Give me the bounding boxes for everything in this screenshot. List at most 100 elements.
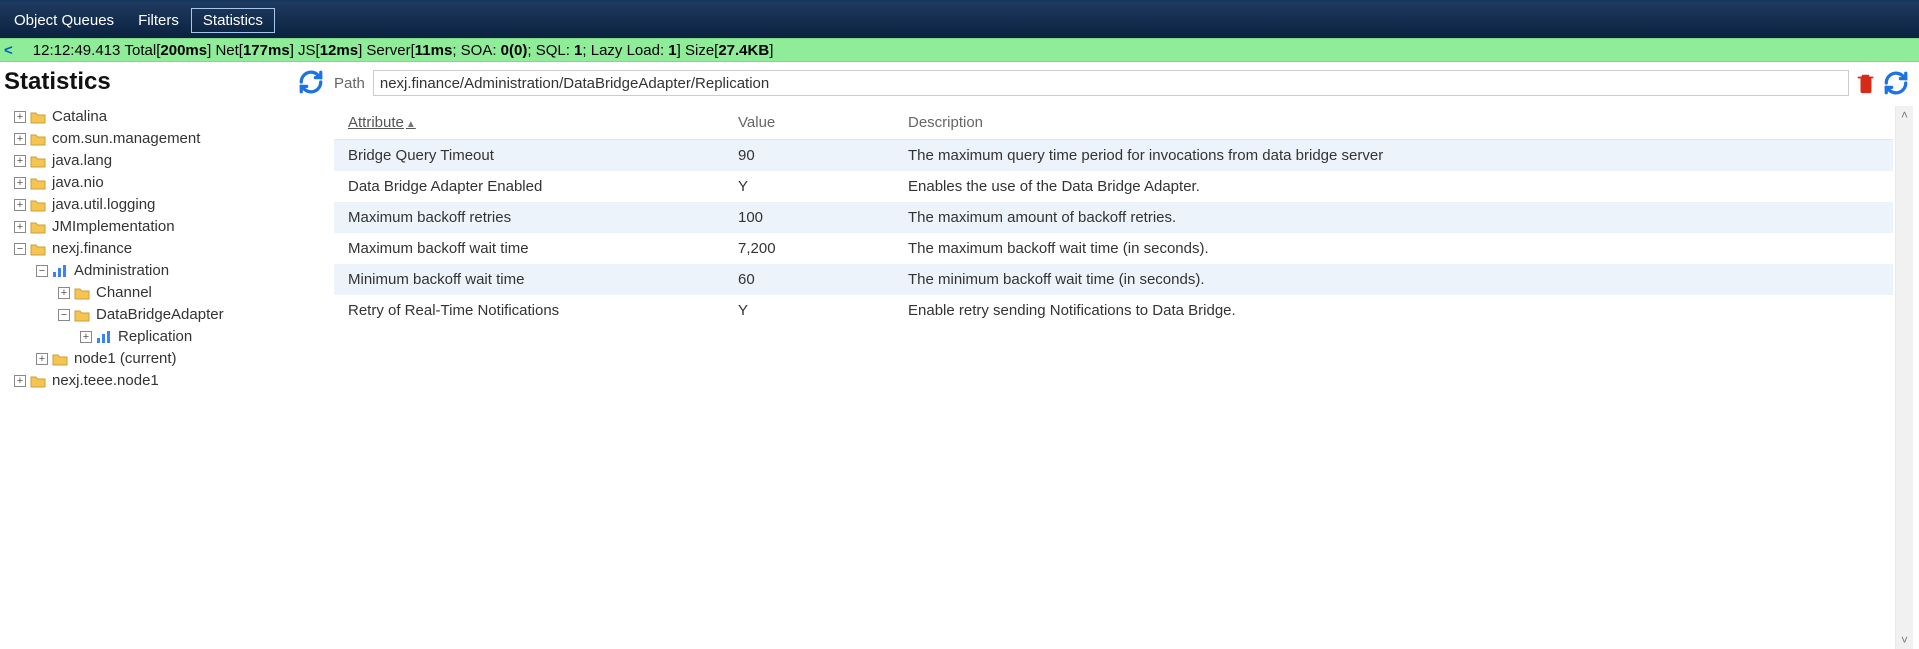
tree-node-replication[interactable]: +Replication bbox=[80, 326, 330, 348]
table-row[interactable]: Maximum backoff retries100The maximum am… bbox=[334, 202, 1893, 233]
tab-statistics[interactable]: Statistics bbox=[191, 8, 275, 33]
vertical-scrollbar[interactable]: ˄ ˅ bbox=[1895, 106, 1913, 649]
table-row[interactable]: Retry of Real-Time NotificationsYEnable … bbox=[334, 295, 1893, 326]
tree: + Catalina + com.sun.management + java.lang… bbox=[0, 106, 330, 392]
perf-soa: 0(0) bbox=[501, 42, 528, 59]
tree-label: java.lang bbox=[50, 150, 112, 172]
tree-node-java-util-logging[interactable]: + java.util.logging bbox=[14, 194, 330, 216]
cell-attr: Retry of Real-Time Notifications bbox=[334, 295, 724, 326]
cell-desc: The maximum query time period for invoca… bbox=[894, 140, 1893, 172]
folder-icon bbox=[30, 154, 46, 168]
cell-attr: Bridge Query Timeout bbox=[334, 140, 724, 172]
tree-node-databridgeadapter[interactable]: − DataBridgeAdapter bbox=[58, 304, 330, 326]
tree-label: java.util.logging bbox=[50, 194, 155, 216]
cell-val: Y bbox=[724, 171, 894, 202]
cell-attr: Maximum backoff wait time bbox=[334, 233, 724, 264]
table-row[interactable]: Maximum backoff wait time7,200The maximu… bbox=[334, 233, 1893, 264]
perf-sql-label: ; SQL: bbox=[527, 42, 574, 59]
perf-time: 12:12:49.413 bbox=[33, 42, 121, 59]
perf-server-label: ] Server[ bbox=[358, 42, 415, 59]
folder-icon bbox=[30, 220, 46, 234]
collapse-icon[interactable]: − bbox=[14, 243, 26, 255]
scroll-down-icon[interactable]: ˅ bbox=[1896, 631, 1913, 649]
perf-size-label: ] Size[ bbox=[677, 42, 719, 59]
table-row[interactable]: Minimum backoff wait time60The minimum b… bbox=[334, 264, 1893, 295]
tree-label: nexj.finance bbox=[50, 238, 132, 260]
tree-label: Catalina bbox=[50, 106, 107, 128]
folder-icon bbox=[30, 132, 46, 146]
attributes-table: Attribute▲ Value Description Bridge Quer… bbox=[334, 106, 1893, 326]
tab-filters[interactable]: Filters bbox=[126, 8, 191, 33]
tree-node-com-sun[interactable]: + com.sun.management bbox=[14, 128, 330, 150]
folder-icon bbox=[30, 242, 46, 256]
tree-label: JMImplementation bbox=[50, 216, 175, 238]
tree-label: Administration bbox=[72, 260, 169, 282]
path-bar: Path bbox=[330, 70, 1913, 106]
scroll-up-icon[interactable]: ˄ bbox=[1896, 106, 1913, 124]
expand-icon[interactable]: + bbox=[14, 111, 26, 123]
tree-node-channel[interactable]: +Channel bbox=[58, 282, 330, 304]
perf-net: 177ms bbox=[243, 42, 290, 59]
perf-total: 200ms bbox=[160, 42, 207, 59]
tree-node-java-lang[interactable]: + java.lang bbox=[14, 150, 330, 172]
perf-collapse-arrow[interactable]: < bbox=[4, 42, 33, 59]
expand-icon[interactable]: + bbox=[14, 133, 26, 145]
collapse-icon[interactable]: − bbox=[36, 265, 48, 277]
expand-icon[interactable]: + bbox=[14, 177, 26, 189]
tree-label: java.nio bbox=[50, 172, 104, 194]
expand-icon[interactable]: + bbox=[14, 375, 26, 387]
tree-node-nexj-teee[interactable]: +nexj.teee.node1 bbox=[14, 370, 330, 392]
perf-lazy: 1 bbox=[668, 42, 676, 59]
col-label: Attribute bbox=[348, 114, 404, 131]
refresh-tree-button[interactable] bbox=[298, 69, 324, 95]
cell-desc: The minimum backoff wait time (in second… bbox=[894, 264, 1893, 295]
expand-icon[interactable]: + bbox=[58, 287, 70, 299]
cell-val: Y bbox=[724, 295, 894, 326]
tree-node-catalina[interactable]: + Catalina bbox=[14, 106, 330, 128]
perf-js-label: ] JS[ bbox=[290, 42, 320, 59]
delete-button[interactable] bbox=[1855, 71, 1877, 95]
cell-desc: Enables the use of the Data Bridge Adapt… bbox=[894, 171, 1893, 202]
table-row[interactable]: Data Bridge Adapter EnabledYEnables the … bbox=[334, 171, 1893, 202]
expand-icon[interactable]: + bbox=[14, 155, 26, 167]
col-attribute[interactable]: Attribute▲ bbox=[334, 106, 724, 140]
expand-icon[interactable]: + bbox=[36, 353, 48, 365]
cell-val: 100 bbox=[724, 202, 894, 233]
col-description[interactable]: Description bbox=[894, 106, 1893, 140]
tree-label: com.sun.management bbox=[50, 128, 200, 150]
expand-icon[interactable]: + bbox=[14, 199, 26, 211]
expand-icon[interactable]: + bbox=[14, 221, 26, 233]
tree-label: node1 (current) bbox=[72, 348, 177, 370]
col-value[interactable]: Value bbox=[724, 106, 894, 140]
refresh-content-button[interactable] bbox=[1883, 70, 1909, 96]
folder-icon bbox=[74, 286, 90, 300]
chart-icon bbox=[96, 330, 112, 344]
sidebar: Statistics +Catalina +com.sun.management… bbox=[0, 62, 330, 649]
folder-icon bbox=[30, 198, 46, 212]
perf-size: 27.4KB bbox=[718, 42, 769, 59]
collapse-icon[interactable]: − bbox=[58, 309, 70, 321]
perf-server: 11ms bbox=[415, 42, 453, 59]
table-row[interactable]: Bridge Query Timeout90The maximum query … bbox=[334, 140, 1893, 172]
tab-object-queues[interactable]: Object Queues bbox=[2, 8, 126, 33]
perf-lazy-label: ; Lazy Load: bbox=[582, 42, 668, 59]
cell-desc: The maximum amount of backoff retries. bbox=[894, 202, 1893, 233]
folder-icon bbox=[30, 110, 46, 124]
path-label: Path bbox=[334, 75, 367, 92]
tree-node-jmimpl[interactable]: + JMImplementation bbox=[14, 216, 330, 238]
perf-js: 12ms bbox=[320, 42, 358, 59]
tree-node-java-nio[interactable]: + java.nio bbox=[14, 172, 330, 194]
perf-close: ] bbox=[769, 42, 773, 59]
perf-total-label: Total[ bbox=[125, 42, 161, 59]
tree-label: DataBridgeAdapter bbox=[94, 304, 224, 326]
perf-soa-label: ; SOA: bbox=[452, 42, 500, 59]
folder-icon bbox=[30, 374, 46, 388]
path-input[interactable] bbox=[373, 70, 1849, 96]
cell-desc: Enable retry sending Notifications to Da… bbox=[894, 295, 1893, 326]
tree-node-administration[interactable]: − Administration bbox=[36, 260, 330, 282]
tree-node-node1[interactable]: + node1 (current) bbox=[36, 348, 330, 370]
tree-node-nexj-finance[interactable]: − nexj.finance bbox=[14, 238, 330, 260]
cell-val: 7,200 bbox=[724, 233, 894, 264]
content-pane: Path Attribute▲ Value Description bbox=[330, 62, 1919, 649]
expand-icon[interactable]: + bbox=[80, 331, 92, 343]
